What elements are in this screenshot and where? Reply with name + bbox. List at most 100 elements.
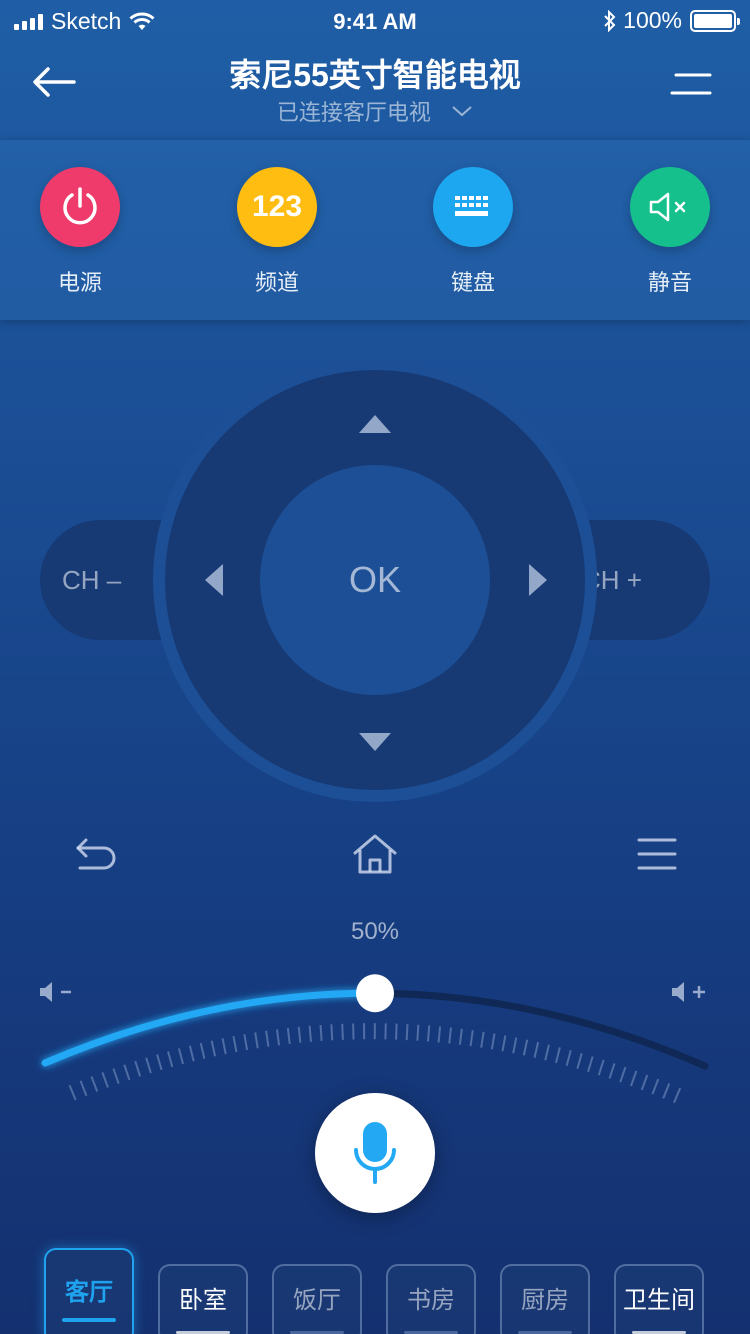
connection-status: 已连接客厅电视 — [276, 100, 431, 125]
volume-tick — [437, 1026, 442, 1043]
ok-button[interactable]: OK — [260, 465, 490, 695]
volume-tick — [533, 1041, 540, 1058]
volume-tick — [619, 1066, 627, 1083]
keyboard-label: 键盘 — [450, 270, 495, 295]
mute-action[interactable]: 静音 — [610, 167, 730, 297]
room-tab-label: 客厅 — [65, 1279, 113, 1306]
volume-tick — [490, 1033, 496, 1050]
volume-tick — [416, 1024, 420, 1041]
volume-tick — [145, 1057, 152, 1074]
arrow-down-icon[interactable] — [357, 731, 393, 753]
status-bar: Sketch 9:41 AM 100% — [0, 0, 750, 40]
mute-label: 静音 — [647, 270, 692, 295]
connection-selector[interactable]: 已连接客厅电视 — [0, 95, 750, 127]
chevron-down-icon — [452, 106, 472, 117]
room-tab-bathroom[interactable]: 卫生间 — [614, 1264, 704, 1334]
volume-ticks — [68, 1023, 682, 1104]
volume-tick — [297, 1026, 302, 1043]
volume-tick — [458, 1028, 463, 1045]
volume-tick — [79, 1080, 88, 1097]
tv-remote-screen: Sketch 9:41 AM 100% 索尼55英寸智能电视 已连接客厅电视 电… — [0, 0, 750, 1334]
keyboard-icon — [455, 196, 488, 216]
voice-button[interactable] — [315, 1093, 435, 1213]
room-tab-dining[interactable]: 饭厅 — [272, 1264, 362, 1334]
arrow-right-icon[interactable] — [527, 562, 549, 598]
volume-tick — [405, 1024, 409, 1041]
room-tab-label: 卫生间 — [623, 1287, 695, 1314]
keyboard-button[interactable] — [433, 167, 513, 247]
arrow-up-icon[interactable] — [357, 413, 393, 435]
volume-tick — [480, 1031, 485, 1048]
room-tab-label: 饭厅 — [293, 1287, 341, 1314]
volume-tick — [319, 1024, 323, 1042]
return-icon[interactable] — [72, 832, 120, 876]
volume-tick — [395, 1023, 398, 1040]
volume-tick — [123, 1064, 131, 1081]
volume-tick — [522, 1039, 529, 1056]
room-tab-study[interactable]: 书房 — [386, 1264, 476, 1334]
room-tab-kitchen[interactable]: 厨房 — [500, 1264, 590, 1334]
room-tab-label: 卧室 — [179, 1287, 227, 1314]
volume-tick — [673, 1087, 682, 1104]
volume-tick — [608, 1063, 616, 1079]
channel-button[interactable]: 123 — [237, 167, 317, 247]
keyboard-action[interactable]: 键盘 — [413, 167, 533, 297]
home-icon[interactable] — [351, 832, 399, 876]
volume-tick — [308, 1025, 312, 1042]
battery-icon — [690, 9, 740, 32]
arrow-left-icon[interactable] — [203, 562, 225, 598]
microphone-icon — [354, 1122, 396, 1184]
volume-tick — [576, 1053, 583, 1069]
volume-tick — [101, 1072, 109, 1088]
channel-action[interactable]: 123 频道 — [217, 167, 337, 297]
volume-tick — [662, 1083, 671, 1099]
volume-tick — [199, 1042, 206, 1059]
options-menu-icon[interactable] — [633, 832, 681, 876]
volume-tick — [167, 1051, 174, 1068]
volume-tick — [221, 1038, 227, 1055]
status-right: 100% — [603, 7, 740, 34]
volume-tick — [210, 1040, 217, 1057]
volume-tick — [243, 1034, 249, 1051]
volume-tick — [90, 1076, 99, 1092]
volume-tick — [68, 1084, 77, 1101]
volume-tick — [276, 1029, 281, 1046]
volume-tick — [426, 1025, 431, 1042]
volume-knob[interactable] — [356, 974, 394, 1013]
volume-tick — [112, 1068, 120, 1084]
volume-tick — [469, 1030, 474, 1047]
room-tabs: 客厅 卧室 饭厅 书房 厨房 卫生间 — [0, 1248, 750, 1334]
volume-tick — [286, 1027, 291, 1045]
volume-tick — [330, 1024, 334, 1041]
volume-tick — [565, 1050, 572, 1066]
volume-tick — [156, 1054, 163, 1071]
room-tab-label: 书房 — [407, 1287, 455, 1314]
volume-tick — [544, 1044, 550, 1061]
mute-button[interactable] — [630, 167, 710, 247]
power-icon — [63, 187, 97, 225]
volume-tick — [554, 1047, 561, 1064]
volume-tick — [177, 1048, 184, 1065]
volume-tick — [651, 1078, 660, 1095]
volume-percent: 50% — [350, 918, 400, 945]
quick-actions-panel: 电源 123 频道 键盘 静音 — [0, 140, 750, 320]
menu-icon[interactable] — [670, 72, 712, 96]
volume-tick — [341, 1023, 344, 1040]
battery-percent: 100% — [623, 7, 682, 33]
room-tab-bedroom[interactable]: 卧室 — [158, 1264, 248, 1334]
volume-tick — [254, 1032, 259, 1049]
channel-label: 频道 — [254, 270, 299, 295]
volume-tick — [597, 1059, 605, 1076]
volume-tick — [630, 1070, 638, 1087]
room-tab-label: 厨房 — [521, 1287, 569, 1314]
volume-tick — [587, 1056, 594, 1073]
volume-tick — [448, 1027, 452, 1044]
room-tab-living[interactable]: 客厅 — [44, 1248, 134, 1334]
volume-tick — [265, 1030, 270, 1047]
power-button[interactable] — [40, 167, 120, 247]
power-action[interactable]: 电源 — [20, 167, 140, 297]
volume-tick — [640, 1074, 649, 1091]
header: 索尼55英寸智能电视 已连接客厅电视 — [0, 40, 750, 140]
bluetooth-icon — [604, 9, 616, 32]
speaker-mute-icon — [649, 192, 686, 222]
